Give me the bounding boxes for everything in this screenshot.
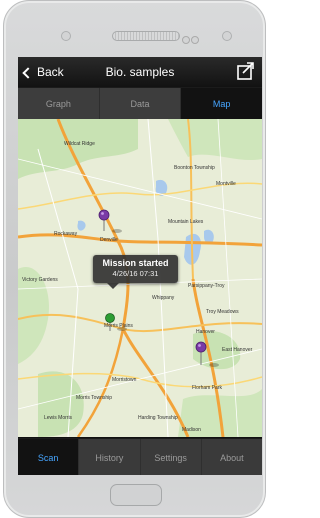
view-tabs: Graph Data Map [18,87,262,120]
bottom-tab-history[interactable]: History [79,439,141,475]
map-label: Victory Gardens [22,277,58,283]
map-label: Parsippany-Troy [188,283,225,289]
bottom-tab-scan[interactable]: Scan [18,439,80,475]
map-pin-purple-1[interactable] [98,209,122,233]
map-label: Troy Meadows [206,309,239,315]
map-label: Rockaway [54,231,78,237]
home-button[interactable] [110,484,162,506]
map-label: Mountain Lakes [168,219,204,225]
map-view[interactable]: Wildcat Ridge Boonton Township Mountain … [18,119,262,437]
map-label: Madison [182,427,201,433]
map-label: Montville [216,181,236,187]
mission-callout[interactable]: Mission started 4/26/16 07:31 [93,255,178,289]
tab-map[interactable]: Map [181,88,262,119]
map-label: Lewis Morris [44,415,73,421]
map-label: Whippany [152,295,175,301]
callout-title: Mission started [102,258,169,268]
share-icon[interactable] [236,61,256,81]
map-label: Florham Park [192,385,223,391]
tab-graph[interactable]: Graph [18,88,100,119]
app-screen: Back Bio. samples Graph Data Map Wildcat… [18,57,262,475]
map-label: Morris Plains [104,323,133,329]
proximity-sensor-icon [222,31,232,41]
map-label: Denville [100,237,118,243]
map-label: East Hanover [222,347,253,353]
navigation-bar: Back Bio. samples [18,57,262,87]
front-camera-icon [61,31,71,41]
map-label: Boonton Township [174,165,215,171]
bottom-tab-bar: Scan History Settings About [18,438,262,475]
map-label: Wildcat Ridge [64,141,95,147]
map-label: Hanover [196,329,215,335]
bottom-tab-about[interactable]: About [202,439,262,475]
map-label: Morristown [112,377,137,383]
page-title: Bio. samples [105,65,175,79]
map-label: Harding Township [138,415,178,421]
callout-timestamp: 4/26/16 07:31 [112,269,159,278]
speaker-grille [112,31,180,41]
map-label: Morris Township [76,395,113,401]
bottom-tab-settings[interactable]: Settings [141,439,202,475]
sensor-icon [182,31,200,44]
tab-data[interactable]: Data [99,88,182,119]
